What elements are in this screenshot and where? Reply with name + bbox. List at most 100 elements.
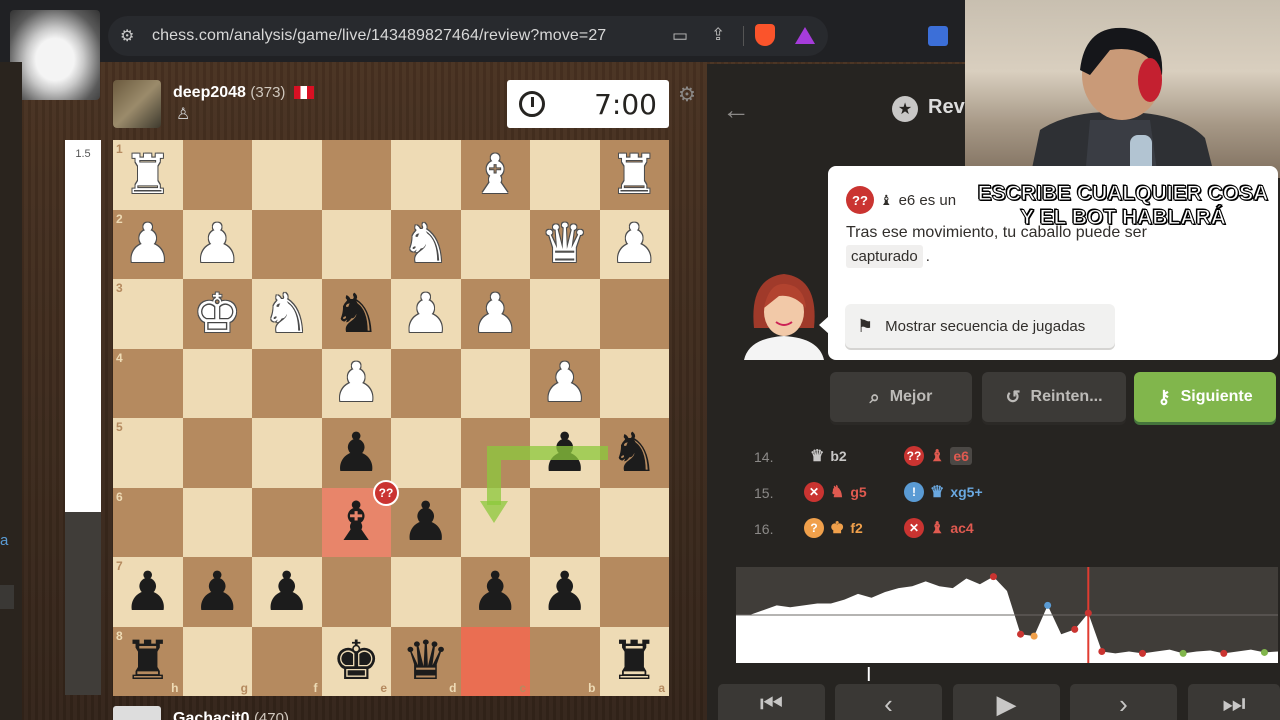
square-e3[interactable]: ♞ — [321, 279, 391, 349]
retry-button[interactable]: ↺ Reinten... — [982, 372, 1126, 422]
square-f1[interactable] — [252, 140, 322, 210]
black-king-piece[interactable]: ♚ — [322, 627, 392, 697]
square-b8[interactable]: b — [530, 626, 600, 696]
square-h6[interactable]: 6 — [113, 487, 183, 557]
cast-icon[interactable]: ▭ — [672, 26, 688, 46]
square-c1[interactable]: ♝ — [460, 140, 531, 210]
black-move[interactable]: ?? ♝ e6 — [904, 446, 972, 466]
square-h8[interactable]: 8 h ♜ — [113, 626, 183, 697]
white-move[interactable]: ♛ b2 — [804, 446, 847, 466]
black-pawn-piece[interactable]: ♟ — [322, 418, 392, 488]
graph-move-dot[interactable] — [1260, 648, 1268, 656]
square-c2[interactable] — [460, 209, 530, 279]
square-c7[interactable]: ♟ — [460, 557, 531, 627]
square-c4[interactable] — [460, 348, 530, 418]
graph-move-dot[interactable] — [1044, 601, 1052, 609]
square-d4[interactable] — [391, 348, 461, 418]
square-d1[interactable] — [391, 140, 461, 210]
square-g8[interactable]: g — [182, 626, 252, 696]
square-e7[interactable] — [321, 557, 391, 627]
square-a4[interactable] — [599, 348, 669, 418]
evaluation-graph[interactable] — [736, 567, 1278, 663]
white-king-piece[interactable]: ♚ — [183, 279, 253, 349]
white-pawn-piece[interactable]: ♟ — [391, 279, 461, 349]
square-e2[interactable] — [321, 209, 391, 279]
square-h2[interactable]: 2 ♟ — [113, 209, 183, 280]
black-rook-piece[interactable]: ♜ — [600, 627, 670, 697]
square-d7[interactable] — [391, 557, 461, 627]
white-rook-piece[interactable]: ♜ — [600, 140, 670, 210]
brave-shield-icon[interactable] — [755, 24, 775, 46]
next-move-button[interactable]: › — [1070, 684, 1177, 720]
square-a1[interactable]: ♜ — [599, 140, 670, 210]
square-f7[interactable]: ♟ — [252, 557, 322, 627]
square-e1[interactable] — [321, 140, 391, 210]
square-b2[interactable]: ♛ — [530, 209, 600, 280]
square-b3[interactable] — [530, 279, 600, 349]
square-e8[interactable]: e ♚ — [321, 626, 392, 697]
share-icon[interactable]: ⇪ — [711, 25, 725, 45]
show-sequence-button[interactable]: ⚑ Mostrar secuencia de jugadas — [845, 304, 1115, 348]
black-queen-piece[interactable]: ♛ — [391, 627, 461, 697]
square-f4[interactable] — [252, 348, 322, 418]
white-pawn-piece[interactable]: ♟ — [183, 210, 253, 280]
square-g3[interactable]: ♚ — [182, 279, 253, 349]
graph-move-dot[interactable] — [1220, 649, 1228, 657]
top-player-name[interactable]: deep2048 — [173, 84, 246, 101]
square-d3[interactable]: ♟ — [391, 279, 461, 349]
last-move-button[interactable]: ⏭ — [1188, 684, 1280, 720]
square-e5[interactable]: ♟ — [321, 418, 392, 488]
play-button[interactable]: ▶ — [953, 684, 1060, 720]
bottom-player-name[interactable]: Gachacit0 — [173, 710, 249, 720]
square-f3[interactable]: ♞ — [252, 279, 322, 349]
black-pawn-piece[interactable]: ♟ — [183, 557, 253, 627]
white-rook-piece[interactable]: ♜ — [113, 140, 183, 210]
square-a8[interactable]: a ♜ — [599, 626, 670, 697]
square-h7[interactable]: 7 ♟ — [113, 557, 183, 627]
square-d5[interactable] — [391, 418, 461, 488]
black-rook-piece[interactable]: ♜ — [113, 627, 183, 697]
square-g4[interactable] — [182, 348, 252, 418]
square-h4[interactable]: 4 — [113, 348, 183, 418]
white-bishop-piece[interactable]: ♝ — [461, 140, 531, 210]
chess-board[interactable]: 1 ♜ ♝ ♜ 2 ♟ ♟ ♞ ♛ ♟ 3 ♚ ♞ ♞ ♟ ♟ 4 ♟ ♟ 5 ♟ ♟ ♞ 6 ♝ ♟ 7 ♟ ♟ ♟ ♟ ♟ 8 h ♜ g f e ♚ d… — [113, 140, 669, 696]
square-g1[interactable] — [182, 140, 252, 210]
square-g2[interactable]: ♟ — [182, 209, 253, 280]
black-pawn-piece[interactable]: ♟ — [530, 557, 600, 627]
square-b1[interactable] — [530, 140, 600, 210]
square-g6[interactable] — [182, 487, 252, 557]
graph-move-dot[interactable] — [1179, 649, 1187, 657]
white-move[interactable]: ✕ ♞ g5 — [804, 482, 867, 502]
graph-move-dot[interactable] — [1030, 632, 1038, 640]
extension-icon[interactable] — [928, 26, 948, 46]
graph-move-dot[interactable] — [989, 573, 997, 581]
brave-rewards-icon[interactable] — [795, 27, 815, 44]
graph-move-dot[interactable] — [1084, 609, 1092, 617]
first-move-button[interactable]: ⏮ — [718, 684, 825, 720]
search-icon[interactable] — [0, 585, 14, 609]
white-pawn-piece[interactable]: ♟ — [461, 279, 531, 349]
graph-move-dot[interactable] — [1017, 630, 1025, 638]
next-button[interactable]: ⚷ Siguiente — [1134, 372, 1276, 422]
square-f8[interactable]: f — [252, 626, 322, 696]
black-move[interactable]: ! ♛ xg5+ — [904, 482, 983, 502]
black-pawn-piece[interactable]: ♟ — [461, 557, 531, 627]
white-pawn-piece[interactable]: ♟ — [322, 349, 392, 419]
settings-gear-icon[interactable]: ⚙ — [678, 82, 696, 107]
square-f2[interactable] — [252, 209, 322, 279]
square-h5[interactable]: 5 — [113, 418, 183, 488]
black-pawn-piece[interactable]: ♟ — [252, 557, 322, 627]
black-move[interactable]: ✕ ♝ ac4 — [904, 518, 974, 538]
square-c8[interactable]: c — [460, 626, 530, 696]
white-pawn-piece[interactable]: ♟ — [530, 349, 600, 419]
square-g7[interactable]: ♟ — [182, 557, 253, 627]
white-knight-piece[interactable]: ♞ — [391, 210, 461, 280]
square-h3[interactable]: 3 — [113, 279, 183, 349]
captured-chip[interactable]: capturado — [846, 245, 923, 268]
previous-move-button[interactable]: ‹ — [835, 684, 942, 720]
graph-move-dot[interactable] — [1071, 625, 1079, 633]
black-pawn-piece[interactable]: ♟ — [113, 557, 183, 627]
white-pawn-piece[interactable]: ♟ — [113, 210, 183, 280]
url-text[interactable]: chess.com/analysis/game/live/14348982746… — [152, 27, 606, 45]
white-queen-piece[interactable]: ♛ — [530, 210, 600, 280]
